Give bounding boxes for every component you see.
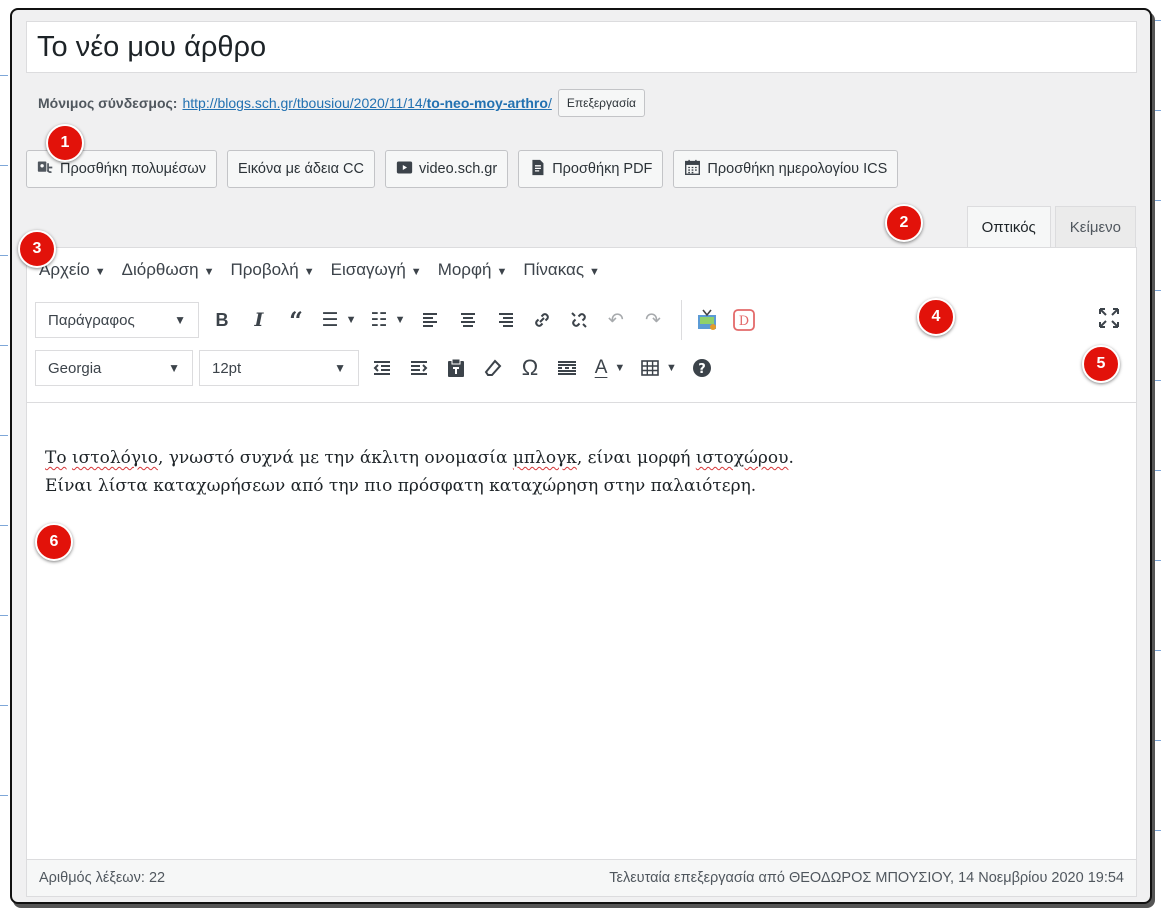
callout-badge-3: 3 xyxy=(18,230,56,268)
callout-badge-6: 6 xyxy=(35,523,73,561)
media-buttons-bar: Προσθήκη πολυμέσων Εικόνα με άδεια CC vi… xyxy=(26,150,899,188)
bullet-list-icon[interactable]: ☰ ▼ xyxy=(316,302,362,338)
align-center-icon[interactable] xyxy=(451,302,485,338)
tinymce-editor: Αρχείο ▼ Διόρθωση ▼ Προβολή ▼ Εισαγωγή ▼ Μορ… xyxy=(26,247,1137,897)
callout-badge-2: 2 xyxy=(885,204,923,242)
insert-link-icon[interactable] xyxy=(525,302,559,338)
font-family-select[interactable]: Georgia ▼ xyxy=(35,350,193,386)
cc-image-label: Εικόνα με άδεια CC xyxy=(237,161,365,177)
d-plugin-icon[interactable]: D xyxy=(727,302,761,338)
align-left-icon[interactable] xyxy=(414,302,448,338)
add-ics-calendar-button[interactable]: Προσθήκη ημερολογίου ICS xyxy=(673,150,899,188)
last-edited-info: Τελευταία επεξεργασία από ΘΕΟΔΩΡΟΣ ΜΠΟΥΣ… xyxy=(609,870,1124,886)
permalink-row: Μόνιμος σύνδεσμος: http://blogs.sch.gr/t… xyxy=(38,88,645,118)
editor-mode-tabs: Οπτικός Κείμενο xyxy=(966,206,1136,248)
pdf-document-icon xyxy=(529,159,546,180)
indent-icon[interactable] xyxy=(402,350,436,386)
read-more-tag-icon[interactable] xyxy=(550,350,584,386)
paste-text-icon[interactable] xyxy=(439,350,473,386)
left-ruler-ticks xyxy=(0,0,8,913)
video-sch-button[interactable]: video.sch.gr xyxy=(385,150,509,188)
video-sch-label: video.sch.gr xyxy=(419,161,498,177)
menu-table[interactable]: Πίνακας ▼ xyxy=(523,260,600,280)
help-icon[interactable]: ? xyxy=(685,350,719,386)
add-media-icon xyxy=(37,159,54,180)
bold-icon[interactable]: B xyxy=(205,302,239,338)
post-title-input[interactable]: Το νέο μου άρθρο xyxy=(26,21,1137,73)
callout-badge-4: 4 xyxy=(917,298,955,336)
embed-media-tv-icon[interactable] xyxy=(690,302,724,338)
clear-formatting-eraser-icon[interactable] xyxy=(476,350,510,386)
italic-icon[interactable]: I xyxy=(242,302,276,338)
permalink-edit-button[interactable]: Επεξεργασία xyxy=(557,89,645,117)
menu-edit[interactable]: Διόρθωση ▼ xyxy=(122,260,215,280)
toolbar-row-1: Παράγραφος ▼ B I “ ☰ ▼ ☷ ▼ ↶ ↷ D xyxy=(35,299,764,341)
permalink-label: Μόνιμος σύνδεσμος: xyxy=(38,95,178,111)
add-pdf-label: Προσθήκη PDF xyxy=(552,161,653,177)
menu-view[interactable]: Προβολή ▼ xyxy=(230,260,314,280)
tab-visual[interactable]: Οπτικός xyxy=(966,206,1051,248)
post-editor-frame: Το νέο μου άρθρο Μόνιμος σύνδεσμος: http… xyxy=(10,8,1152,904)
fullscreen-icon[interactable] xyxy=(1098,307,1120,335)
add-media-label: Προσθήκη πολυμέσων xyxy=(60,161,206,177)
menu-insert[interactable]: Εισαγωγή ▼ xyxy=(331,260,422,280)
svg-text:D: D xyxy=(739,314,749,329)
undo-icon[interactable]: ↶ xyxy=(599,302,633,338)
font-size-select[interactable]: 12pt ▼ xyxy=(199,350,359,386)
outdent-icon[interactable] xyxy=(365,350,399,386)
menu-format[interactable]: Μορφή ▼ xyxy=(438,260,508,280)
content-paragraph-2: Είναι λίστα καταχωρήσεων από την πιο πρό… xyxy=(45,476,757,496)
right-ruler-ticks xyxy=(1153,0,1161,913)
text-color-icon[interactable]: A ▼ xyxy=(587,350,633,386)
format-select[interactable]: Παράγραφος ▼ xyxy=(35,302,199,338)
redo-icon[interactable]: ↷ xyxy=(636,302,670,338)
toolbar-row-2: Georgia ▼ 12pt ▼ Ω A ▼ ▼ ? xyxy=(35,347,722,389)
blockquote-icon[interactable]: “ xyxy=(279,302,313,338)
numbered-list-icon[interactable]: ☷ ▼ xyxy=(365,302,411,338)
permalink-link[interactable]: http://blogs.sch.gr/tbousiou/2020/11/14/… xyxy=(182,95,551,111)
cc-image-button[interactable]: Εικόνα με άδεια CC xyxy=(226,150,376,188)
calendar-icon xyxy=(684,159,701,180)
tab-text[interactable]: Κείμενο xyxy=(1054,206,1136,248)
align-right-icon[interactable] xyxy=(488,302,522,338)
editor-menubar: Αρχείο ▼ Διόρθωση ▼ Προβολή ▼ Εισαγωγή ▼ Μορ… xyxy=(27,248,1136,293)
editor-content-area[interactable]: Το ιστολόγιο, γνωστό συχνά με την άκλιτη… xyxy=(45,444,794,500)
special-character-omega-icon[interactable]: Ω xyxy=(513,350,547,386)
callout-badge-5: 5 xyxy=(1082,345,1120,383)
svg-text:?: ? xyxy=(698,362,706,377)
callout-badge-1: 1 xyxy=(46,124,84,162)
editor-statusbar: Αριθμός λέξεων: 22 Τελευταία επεξεργασία… xyxy=(27,859,1136,896)
unlink-icon[interactable] xyxy=(562,302,596,338)
editor-toolbar: Παράγραφος ▼ B I “ ☰ ▼ ☷ ▼ ↶ ↷ D Georgia… xyxy=(27,292,1136,403)
table-icon[interactable]: ▼ xyxy=(636,350,682,386)
toolbar-separator xyxy=(681,300,682,340)
add-ics-label: Προσθήκη ημερολογίου ICS xyxy=(707,161,888,177)
video-play-icon xyxy=(396,159,413,180)
word-count: Αριθμός λέξεων: 22 xyxy=(39,870,166,886)
content-paragraph-1: Το ιστολόγιο, γνωστό συχνά με την άκλιτη… xyxy=(45,448,794,468)
add-pdf-button[interactable]: Προσθήκη PDF xyxy=(518,150,664,188)
